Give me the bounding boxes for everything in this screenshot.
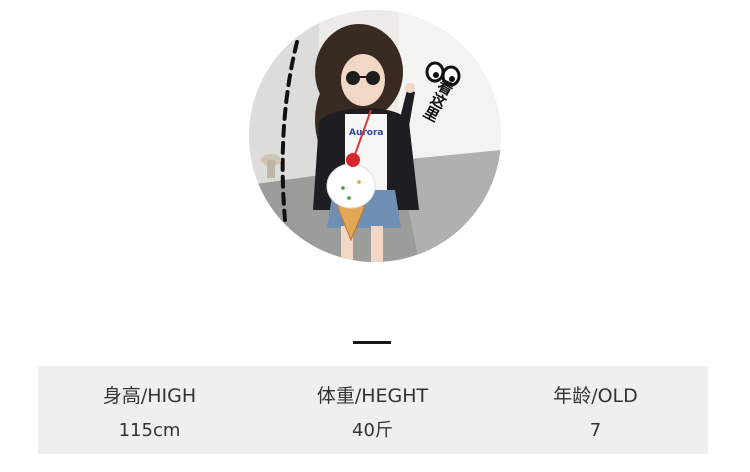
age-header: 年龄/OLD	[553, 385, 638, 407]
age-value: 7	[589, 420, 602, 441]
model-photo-illustration: Aurora	[249, 10, 501, 262]
section-divider	[353, 341, 391, 344]
product-detail-page: Aurora 看这里 身高/HIGH 115cm 体重/HEGHT 40斤 年龄…	[0, 0, 750, 472]
spec-column-height: 身高/HIGH 115cm	[38, 366, 261, 454]
model-photo: Aurora	[249, 10, 501, 262]
spec-column-age: 年龄/OLD 7	[484, 366, 707, 454]
weight-header: 体重/HEGHT	[316, 385, 429, 407]
weight-value: 40斤	[352, 420, 393, 441]
height-header: 身高/HIGH	[102, 385, 197, 407]
shirt-print: Aurora	[349, 128, 384, 138]
height-value: 115cm	[118, 420, 181, 441]
size-spec-table: 身高/HIGH 115cm 体重/HEGHT 40斤 年龄/OLD 7	[38, 366, 708, 454]
spec-column-weight: 体重/HEGHT 40斤	[261, 366, 484, 454]
